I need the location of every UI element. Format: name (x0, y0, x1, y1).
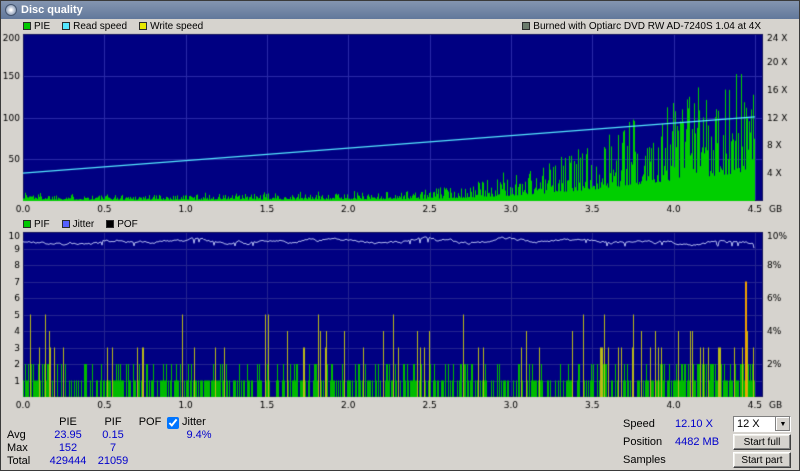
samples-label: Samples (623, 454, 666, 466)
pif-swatch-icon (23, 220, 31, 228)
total-jitter-value (167, 455, 231, 468)
burn-annotation-label: Burned with Optiarc DVD RW AD-7240S 1.04… (533, 20, 761, 32)
pof-column-header: POF (138, 416, 162, 428)
start-full-button[interactable]: Start full (733, 434, 791, 450)
legend-jitter-label: Jitter (72, 218, 95, 230)
stats-table: PIE PIF POF Jitter Avg 23.95 0.15 9.4% M… (7, 416, 231, 468)
jitter-checkbox-label: Jitter (182, 416, 206, 428)
read-speed-swatch-icon (62, 22, 71, 30)
title-bar[interactable]: Disc quality (1, 1, 799, 19)
jitter-swatch-icon (61, 220, 70, 228)
pie-chart-canvas (1, 33, 799, 217)
total-row-label: Total (7, 455, 31, 467)
position-label: Position (623, 436, 663, 448)
legend-pof-label: POF (117, 218, 138, 230)
stats-panel: PIE PIF POF Jitter Avg 23.95 0.15 9.4% M… (1, 413, 799, 470)
pif-column-header: PIF (104, 416, 122, 428)
avg-pie-value: 23.95 (54, 429, 82, 441)
total-pof-value (133, 455, 167, 468)
jitter-checkbox[interactable] (167, 416, 179, 429)
max-jitter-value (167, 442, 231, 455)
pie-column-header: PIE (59, 416, 77, 428)
legend-pie: PIE (23, 21, 50, 32)
write-speed-swatch-icon (139, 22, 148, 30)
legend-read-speed: Read speed (62, 21, 127, 32)
legend-pof: POF (106, 219, 138, 230)
speed-select-value: 12 X (737, 418, 760, 430)
speed-value: 12.10 X (675, 418, 713, 430)
avg-row-label: Avg (7, 429, 26, 441)
legend-write-speed-label: Write speed (150, 20, 204, 32)
max-row-label: Max (7, 442, 28, 454)
max-pof-value (133, 442, 167, 455)
avg-jitter-value: 9.4% (186, 429, 212, 441)
pof-swatch-icon (106, 220, 115, 228)
disc-quality-window: Disc quality PIE Read speed Write speed … (0, 0, 800, 471)
legend-jitter: Jitter (61, 218, 95, 230)
avg-pif-value: 0.15 (102, 429, 124, 441)
start-part-button[interactable]: Start part (733, 452, 791, 468)
total-pie-value: 429444 (49, 455, 87, 467)
legend-read-speed-label: Read speed (73, 20, 128, 32)
window-title: Disc quality (21, 4, 83, 16)
position-value: 4482 MB (675, 436, 720, 448)
legend-write-speed: Write speed (139, 21, 203, 32)
legend-pif-label: PIF (34, 218, 50, 230)
pif-chart-canvas (1, 231, 799, 413)
legend-pie-label: PIE (34, 20, 51, 32)
total-pif-value: 21059 (97, 455, 129, 467)
burn-annotation: Burned with Optiarc DVD RW AD-7240S 1.04… (522, 21, 761, 32)
max-pif-value: 7 (109, 442, 117, 454)
speed-select[interactable]: 12 X ▼ (733, 416, 791, 432)
disc-icon (5, 4, 17, 16)
burn-swatch-icon (522, 22, 531, 30)
test-controls: Speed 12.10 X 12 X ▼ Position 4482 MB St… (623, 416, 791, 468)
pie-swatch-icon (23, 22, 31, 30)
stats-corner (7, 416, 43, 429)
pie-chart-legend: PIE Read speed Write speed Burned with O… (1, 19, 799, 33)
jitter-toggle[interactable]: Jitter (167, 416, 231, 429)
chevron-down-icon[interactable]: ▼ (775, 417, 790, 431)
legend-pif: PIF (23, 219, 50, 230)
max-pie-value: 152 (58, 442, 78, 454)
avg-pof-value (133, 429, 167, 442)
pif-chart-legend: PIF Jitter POF (1, 217, 799, 231)
speed-label: Speed (623, 418, 655, 430)
